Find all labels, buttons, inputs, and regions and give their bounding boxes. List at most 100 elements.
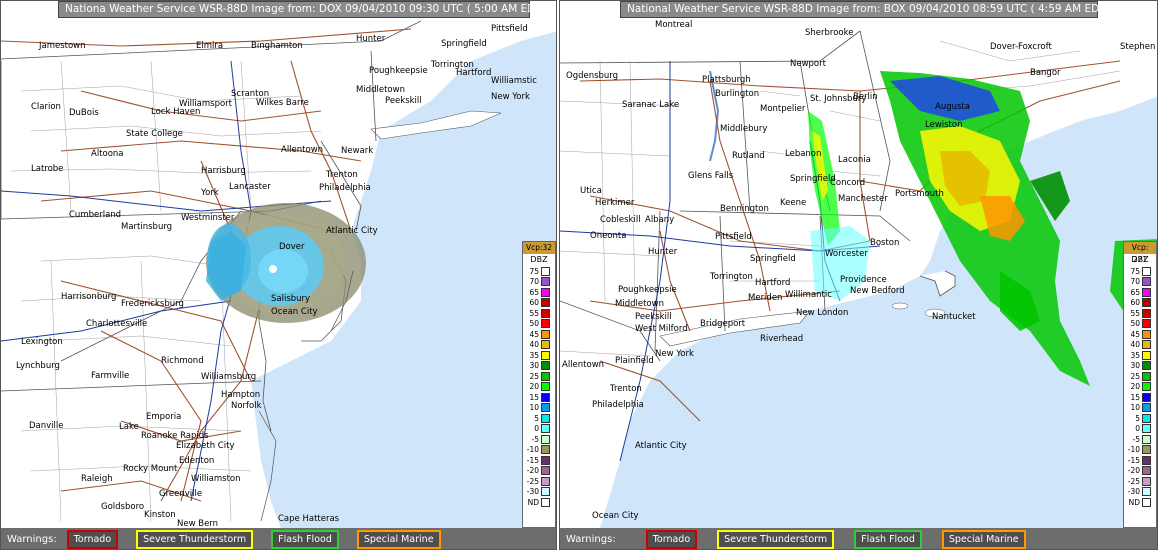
city-label: Berlin	[853, 92, 878, 102]
city-label: Greenville	[159, 489, 202, 499]
legend-rows: 75 70 65 60 55 50 45 40 35 30 25 20 15 10 5 0 -5 -10 -15 -2…	[523, 266, 555, 508]
legend-level-swatch	[541, 455, 550, 465]
city-label: State College	[126, 129, 183, 139]
radar-map-dox[interactable]: Jamestown Elmira Binghamton Hunter Sprin…	[1, 1, 556, 528]
warnings-label: Warnings:	[566, 534, 616, 545]
legend-level: 65	[1124, 287, 1156, 298]
legend-level-label: 15	[1130, 392, 1140, 402]
radar-map-box[interactable]: Montreal Sherbrooke Dover-Foxcroft Steph…	[560, 1, 1157, 528]
legend-level-swatch	[1142, 319, 1151, 329]
legend-level-label: 20	[1130, 382, 1140, 392]
legend-level-label: -25	[526, 476, 539, 486]
legend-level-label: -10	[1127, 445, 1140, 455]
city-label: Williamsburg	[201, 372, 256, 382]
legend-level: 50	[523, 319, 555, 330]
legend-level: 15	[1124, 392, 1156, 403]
city-label: Meriden	[748, 293, 782, 303]
legend-level-swatch	[1142, 403, 1151, 413]
city-label: Jamestown	[38, 41, 86, 51]
legend-level-label: 40	[1130, 340, 1140, 350]
city-label: Allentown	[562, 360, 604, 370]
warning-special-marine[interactable]: Special Marine	[941, 530, 1026, 549]
legend-level: ND	[1124, 497, 1156, 508]
city-label: Fredericksburg	[121, 299, 184, 309]
warning-special-marine[interactable]: Special Marine	[356, 530, 441, 549]
legend-level-swatch	[541, 350, 550, 360]
legend-level-swatch	[1142, 434, 1151, 444]
city-label: Lock Haven	[151, 107, 200, 117]
legend-level-swatch	[1142, 329, 1151, 339]
legend-level-label: 50	[1130, 319, 1140, 329]
city-label: Hartford	[456, 68, 491, 78]
legend-level-swatch	[541, 497, 550, 507]
city-label: Rutland	[732, 151, 765, 161]
legend-level-swatch	[1142, 308, 1151, 318]
legend-level-swatch	[541, 340, 550, 350]
legend-level-label: -30	[526, 487, 539, 497]
legend-vcp: Vcp:32	[523, 242, 555, 254]
legend-level: 10	[523, 403, 555, 414]
legend-level-swatch	[1142, 455, 1151, 465]
legend-level-swatch	[1142, 392, 1151, 402]
legend-level-label: 45	[529, 329, 539, 339]
warning-tornado[interactable]: Tornado	[645, 530, 698, 549]
legend-unit: DBZ	[530, 255, 548, 264]
legend-level: 20	[1124, 382, 1156, 393]
warning-flash-flood[interactable]: Flash Flood	[271, 530, 339, 549]
city-label: Elmira	[196, 41, 223, 51]
legend-level-label: 70	[1130, 277, 1140, 287]
city-label: Altoona	[91, 149, 124, 159]
legend-level-label: 60	[1130, 298, 1140, 308]
city-label: Cape Hatteras	[278, 514, 340, 524]
legend-level-swatch	[1142, 445, 1151, 455]
city-label: Lancaster	[229, 182, 271, 192]
city-label: Worcester	[825, 249, 868, 259]
legend-level-swatch	[541, 403, 550, 413]
city-label: Harrisonburg	[61, 292, 116, 302]
legend-rows: 75 70 65 60 55 50 45 40 35 30 25 20 15 10 5 0 -5 -10 -15 -2…	[1124, 266, 1156, 508]
legend-level-label: 40	[529, 340, 539, 350]
city-label: Ocean City	[271, 307, 318, 317]
warning-flash-flood[interactable]: Flash Flood	[854, 530, 922, 549]
warning-severe-thunderstorm[interactable]: Severe Thunderstorm	[136, 530, 254, 549]
legend-level-label: -5	[1132, 434, 1140, 444]
legend-level: -25	[1124, 476, 1156, 487]
legend-level-swatch	[1142, 497, 1151, 507]
city-label: Middletown	[356, 85, 405, 95]
city-label: Hampton	[221, 390, 260, 400]
legend-level-label: 75	[1130, 266, 1140, 276]
warning-severe-thunderstorm[interactable]: Severe Thunderstorm	[717, 530, 835, 549]
city-label: Clarion	[31, 102, 61, 112]
radar-panel-dox: Jamestown Elmira Binghamton Hunter Sprin…	[0, 0, 557, 550]
radar-title-dox: Nationa Weather Service WSR-88D Image fr…	[58, 1, 546, 18]
city-label: Rocky Mount	[123, 464, 178, 474]
legend-level-label: 0	[1135, 424, 1140, 434]
warnings-label: Warnings:	[7, 534, 57, 545]
legend-level-label: 70	[529, 277, 539, 287]
legend-level: 5	[523, 413, 555, 424]
legend-level-swatch	[541, 308, 550, 318]
legend-level-swatch	[541, 476, 550, 486]
city-label: Poughkeepsie	[369, 66, 428, 76]
radar-viewer: Jamestown Elmira Binghamton Hunter Sprin…	[0, 0, 1158, 550]
city-label: Bangor	[1030, 68, 1061, 78]
city-label: Stephen	[1120, 42, 1155, 52]
city-label: Edenton	[179, 456, 214, 466]
legend-level-label: 35	[529, 350, 539, 360]
city-label: Allentown	[281, 145, 323, 155]
legend-level-label: 10	[529, 403, 539, 413]
legend-level-swatch	[1142, 266, 1151, 276]
legend-level: 35	[523, 350, 555, 361]
city-label: Peekskill	[385, 96, 422, 106]
city-label: Saranac Lake	[622, 100, 679, 110]
city-label: Lewiston	[925, 120, 962, 130]
legend-level: 45	[523, 329, 555, 340]
city-label: Trenton	[609, 384, 642, 394]
city-label: Hartford	[755, 278, 790, 288]
warning-tornado[interactable]: Tornado	[66, 530, 119, 549]
legend-level: ND	[523, 497, 555, 508]
legend-level-label: ND	[1128, 497, 1140, 507]
legend-level: 35	[1124, 350, 1156, 361]
city-label: Williamstic	[491, 76, 537, 86]
legend-level-swatch	[541, 329, 550, 339]
